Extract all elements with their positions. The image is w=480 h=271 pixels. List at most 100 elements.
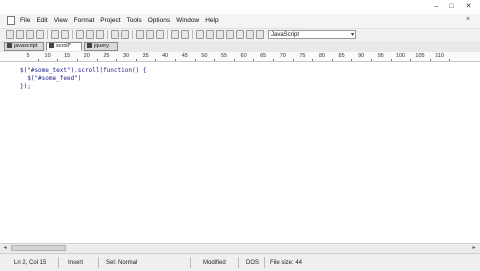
ruler-tick — [233, 59, 235, 61]
language-select[interactable]: JavaScript ▾ — [268, 30, 356, 39]
tab-jquery[interactable]: jquery — [84, 42, 118, 51]
ruler-label: 10 — [44, 53, 51, 59]
open-folder-icon[interactable] — [16, 30, 24, 39]
save-all-icon[interactable] — [36, 30, 44, 39]
ruler-label: 55 — [220, 53, 228, 59]
ruler-label: 5 — [26, 53, 30, 59]
ruler-label: 85 — [338, 53, 345, 59]
status-separator — [58, 257, 59, 268]
code-line[interactable]: $("#some_feed") — [20, 75, 81, 82]
maximize-button[interactable]: □ — [447, 3, 456, 10]
ruler-label: 65 — [260, 53, 267, 59]
file-icon — [7, 43, 12, 49]
ruler-tick — [312, 59, 314, 61]
scroll-left-icon[interactable]: ◂ — [1, 245, 9, 252]
line-numbers-icon[interactable] — [226, 30, 234, 39]
word-wrap-icon[interactable] — [196, 30, 204, 39]
status-separator — [238, 257, 239, 268]
ruler-tick — [331, 59, 333, 61]
menu-edit[interactable]: Edit — [36, 17, 47, 24]
document-close-icon[interactable]: × — [466, 16, 470, 23]
maximize-icon: □ — [449, 3, 454, 10]
ruler-tick — [371, 59, 372, 61]
menu-options[interactable]: Options — [148, 17, 170, 24]
toolbar-separator — [47, 30, 48, 39]
spellcheck-icon[interactable] — [181, 30, 189, 39]
print-icon[interactable] — [51, 30, 59, 39]
tab-scroll[interactable]: scroll* — [46, 42, 82, 51]
menu-window[interactable]: Window — [176, 17, 199, 24]
paste-icon[interactable] — [96, 30, 104, 39]
ruler-label: 110 — [435, 53, 444, 59]
chevron-down-icon: ▾ — [350, 32, 354, 38]
save-icon[interactable] — [26, 30, 34, 39]
toolbar-separator — [107, 30, 108, 39]
ruler-tick — [96, 59, 98, 61]
ruler-label: 40 — [162, 53, 169, 59]
editor-area[interactable]: $("#some_text").scroll(function() { $("#… — [0, 62, 480, 243]
find-in-files-icon[interactable] — [156, 30, 164, 39]
replace-icon[interactable] — [146, 30, 154, 39]
code-line[interactable]: $("#some_text").scroll(function() { — [20, 67, 146, 74]
ruler-label: 50 — [201, 53, 208, 59]
menu-help[interactable]: Help — [205, 17, 218, 24]
minimize-button[interactable]: ‒ — [432, 3, 441, 10]
minimize-icon: ‒ — [434, 3, 439, 10]
ruler-tick — [175, 59, 176, 61]
ruler-label: 75 — [299, 53, 306, 59]
menu-project[interactable]: Project — [100, 17, 120, 24]
menu-file[interactable]: File — [20, 17, 30, 24]
code-line[interactable]: }); — [20, 83, 31, 90]
document-icon[interactable] — [7, 16, 15, 25]
status-bar: Ln 2, Col 15 Insert Sel: Normal Modified… — [0, 253, 480, 271]
ruler-tick — [37, 59, 39, 61]
menu-tools[interactable]: Tools — [127, 17, 142, 24]
ruler-tick — [410, 59, 412, 61]
document-icon[interactable] — [171, 30, 179, 39]
ruler-label: 95 — [377, 53, 384, 59]
copy-icon[interactable] — [86, 30, 94, 39]
close-button[interactable]: ✕ — [464, 3, 473, 10]
language-label: JavaScript — [271, 32, 300, 38]
ruler-tick — [116, 59, 118, 61]
title-bar: ‒ □ ✕ — [0, 0, 480, 14]
file-size: File size: 44 — [270, 260, 303, 266]
ruler-tick — [449, 59, 451, 61]
ruler-icon[interactable] — [216, 30, 224, 39]
ruler-tick — [390, 59, 392, 61]
undo-icon[interactable] — [111, 30, 119, 39]
toolbar-separator — [167, 30, 168, 39]
ruler-label: 70 — [279, 53, 286, 59]
modified-status: Modified — [203, 260, 226, 266]
ruler-tick — [351, 59, 353, 61]
menu-view[interactable]: View — [54, 17, 68, 24]
ruler-tick — [292, 59, 294, 61]
ruler-label: 45 — [181, 53, 188, 59]
toggle-icon[interactable] — [236, 30, 244, 39]
ruler-label: 25 — [103, 53, 110, 59]
find-icon[interactable] — [136, 30, 144, 39]
scrollbar-thumb[interactable] — [11, 245, 66, 251]
tab-label: javascript — [14, 43, 38, 49]
status-separator — [264, 257, 265, 268]
new-file-icon[interactable] — [6, 30, 14, 39]
print-preview-icon[interactable] — [61, 30, 69, 39]
ruler-tick — [273, 59, 274, 61]
help-icon[interactable] — [256, 30, 264, 39]
horizontal-scrollbar[interactable]: ◂ ▸ — [0, 243, 480, 253]
scroll-right-icon[interactable]: ▸ — [470, 245, 478, 252]
ruler-label: 90 — [358, 53, 365, 59]
ruler-tick — [135, 59, 137, 61]
redo-icon[interactable] — [121, 30, 129, 39]
ruler-tick — [57, 59, 59, 61]
cut-icon[interactable] — [76, 30, 84, 39]
ruler-label: 105 — [415, 53, 425, 59]
editor-gutter — [0, 62, 14, 243]
settings-icon[interactable] — [246, 30, 254, 39]
toolbar-separator — [192, 30, 193, 39]
list-icon[interactable] — [206, 30, 214, 39]
tab-javascript[interactable]: javascript — [4, 42, 44, 51]
ruler-tick — [253, 59, 255, 61]
menu-format[interactable]: Format — [74, 17, 95, 24]
cursor-position: Ln 2, Col 15 — [14, 260, 47, 266]
